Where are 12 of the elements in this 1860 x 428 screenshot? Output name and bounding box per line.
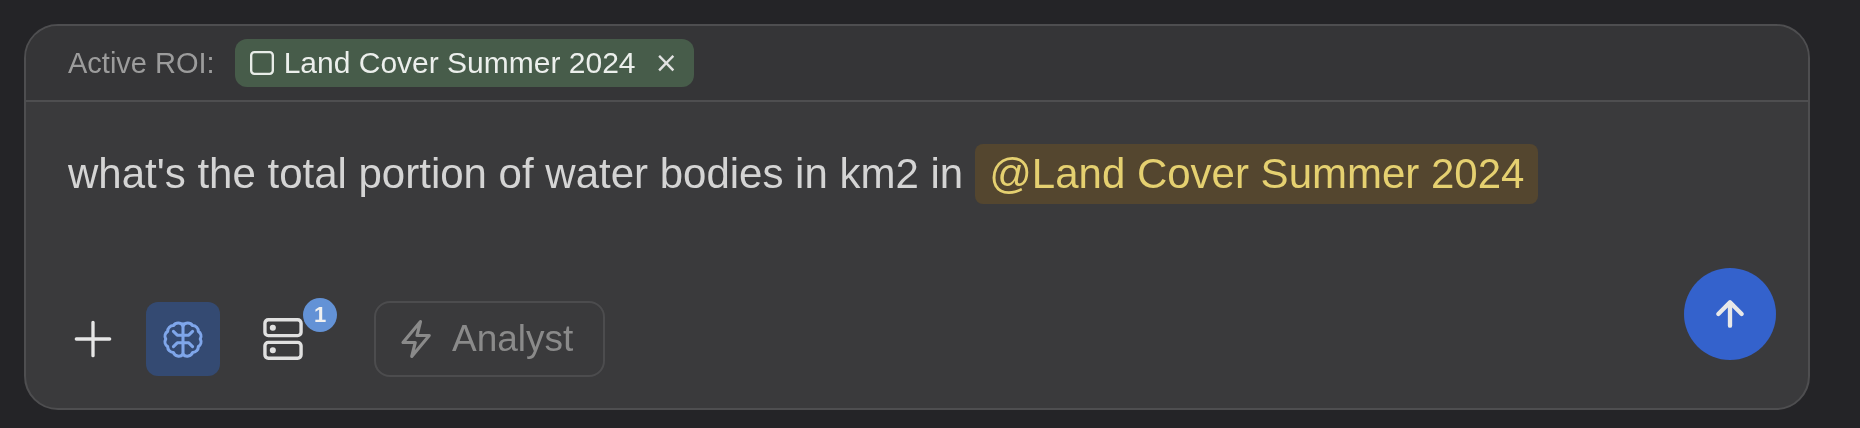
- server-icon[interactable]: [263, 318, 303, 360]
- brain-toggle[interactable]: [146, 302, 220, 376]
- roi-name: Land Cover Summer 2024: [283, 46, 636, 80]
- count-badge: 1: [303, 298, 337, 332]
- roi-label: Active ROI:: [68, 46, 215, 80]
- mention-tag[interactable]: @Land Cover Summer 2024: [975, 144, 1539, 204]
- mode-button[interactable]: Analyst: [374, 301, 606, 377]
- prompt-text: what's the total portion of water bodies in km2 in: [68, 150, 964, 198]
- roi-chip[interactable]: Land Cover Summer 2024 ×: [234, 39, 694, 87]
- plus-icon: [73, 319, 113, 359]
- square-icon: [248, 50, 275, 76]
- close-button[interactable]: ×: [644, 49, 678, 77]
